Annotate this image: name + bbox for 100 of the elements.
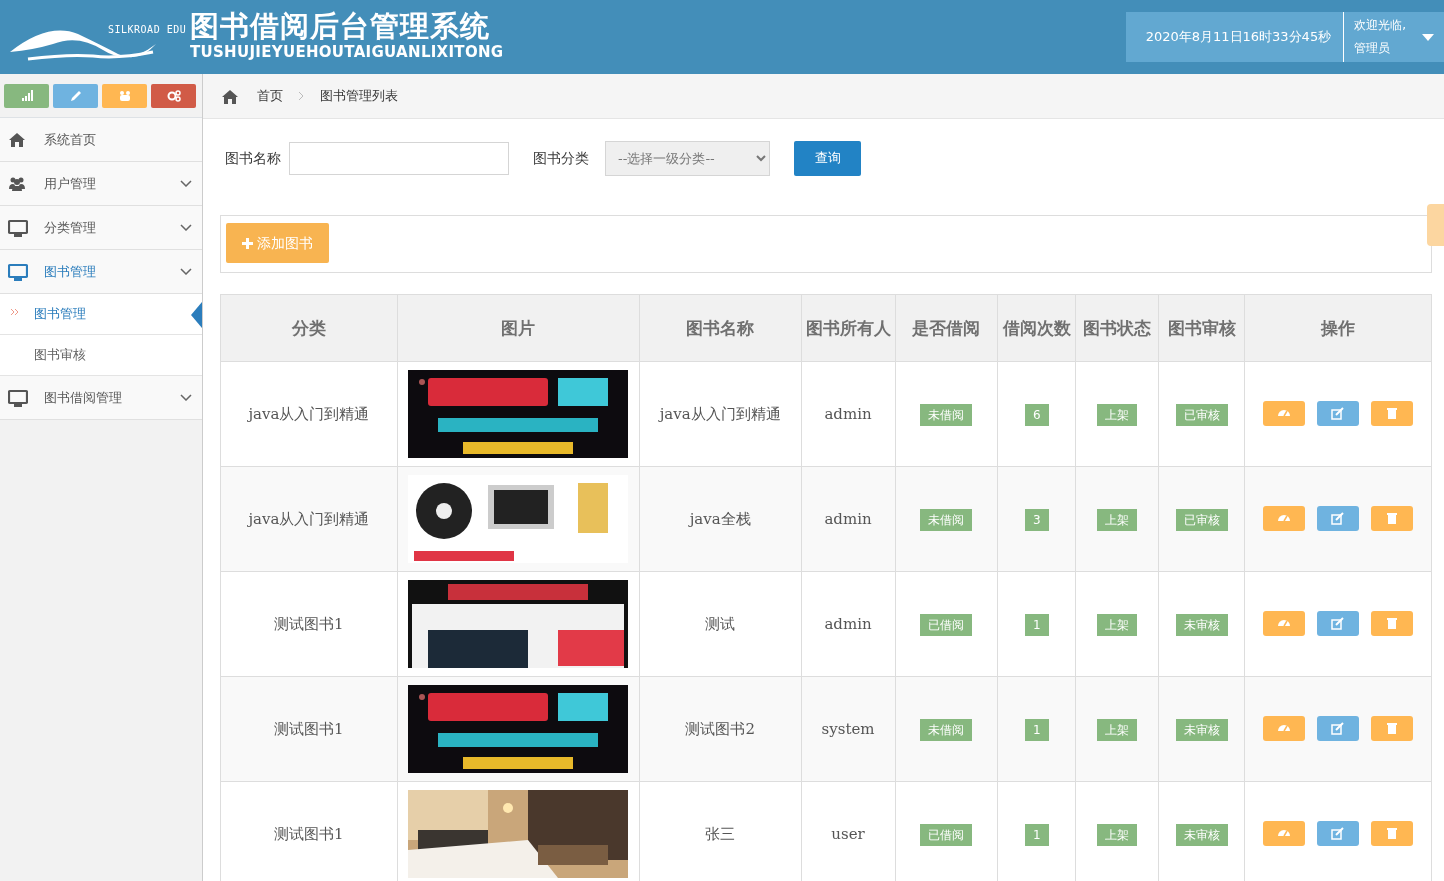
delete-button[interactable]	[1371, 506, 1414, 532]
table-cell: java从入门到精通	[220, 361, 398, 467]
edit-button[interactable]	[1317, 716, 1360, 742]
sidebar-item[interactable]: 用户管理	[0, 162, 202, 206]
monitor-icon	[8, 388, 28, 407]
app-title: 图书借阅后台管理系统	[190, 10, 491, 41]
status-label: 3	[1025, 508, 1049, 531]
edit-button[interactable]	[1317, 506, 1360, 532]
breadcrumb-current: 图书管理列表	[320, 87, 398, 106]
status-label: 未审核	[1175, 823, 1228, 846]
plus-icon	[242, 237, 253, 249]
breadcrumb-link[interactable]: 首页	[257, 86, 283, 106]
edit-icon	[1331, 407, 1346, 421]
delete-button[interactable]	[1371, 716, 1414, 742]
app-subtitle: TUSHUJIEYUEHOUTAIGUANLIXITONG	[190, 41, 504, 63]
chevron-right-icon	[299, 92, 304, 100]
status-label: 上架	[1097, 403, 1138, 426]
column-header: 图书审核	[1158, 294, 1245, 362]
shortcut-button[interactable]	[102, 83, 147, 108]
sidebar-item[interactable]: 系统首页	[0, 118, 202, 162]
edit-icon	[1331, 512, 1346, 526]
edit-button[interactable]	[1317, 401, 1360, 427]
table-cell: 测试图书1	[220, 781, 398, 881]
status-label: 上架	[1097, 508, 1138, 531]
welcome-text: 欢迎光临,	[1354, 17, 1406, 34]
sidebar-item[interactable]: 分类管理	[0, 206, 202, 250]
name-input[interactable]	[289, 141, 509, 175]
table-cell: 测试图书1	[220, 676, 398, 782]
field-label: 图书名称	[225, 148, 281, 168]
submenu-item[interactable]: 图书审核	[0, 335, 202, 376]
monitor-icon	[8, 262, 28, 281]
chart-icon	[19, 89, 34, 102]
column-header: 图书状态	[1075, 294, 1159, 362]
trash-icon	[1385, 617, 1400, 631]
table-cell: admin	[801, 361, 895, 467]
table-cell: java从入门到精通	[220, 466, 398, 572]
query-button[interactable]: 查询	[794, 140, 861, 176]
delete-button[interactable]	[1371, 821, 1414, 847]
stats-button[interactable]	[1263, 611, 1306, 637]
edit-icon	[1331, 722, 1346, 736]
status-label: 1	[1025, 718, 1049, 741]
submenu-item[interactable]: 图书管理	[0, 294, 202, 335]
stats-button[interactable]	[1263, 506, 1306, 532]
column-header: 是否借阅	[895, 294, 998, 362]
status-label: 已审核	[1175, 508, 1228, 531]
edit-icon	[1331, 617, 1346, 631]
trash-icon	[1385, 722, 1400, 736]
table-cell: system	[801, 676, 895, 782]
column-header: 借阅次数	[997, 294, 1076, 362]
status-label: 已审核	[1175, 403, 1228, 426]
trash-icon	[1385, 512, 1400, 526]
status-label: 已借阅	[920, 613, 973, 636]
trash-icon	[1385, 407, 1400, 421]
sidebar-item[interactable]: 图书借阅管理	[0, 376, 202, 420]
user-name: 管理员	[1354, 40, 1392, 57]
column-header: 图书名称	[639, 294, 802, 362]
stats-button[interactable]	[1263, 821, 1306, 847]
status-label: 未借阅	[920, 718, 973, 741]
status-label: 未审核	[1175, 718, 1228, 741]
book-name-link[interactable]: 测试	[639, 571, 802, 677]
status-label: 上架	[1097, 718, 1138, 741]
logo-text: SILKROAD EDU	[108, 23, 187, 37]
column-header: 操作	[1244, 294, 1432, 362]
status-label: 未借阅	[920, 403, 973, 426]
delete-button[interactable]	[1371, 611, 1414, 637]
shortcut-button[interactable]	[53, 83, 98, 108]
stats-button[interactable]	[1263, 401, 1306, 427]
column-header: 图书所有人	[801, 294, 895, 362]
book-name-link[interactable]: java从入门到精通	[639, 361, 802, 467]
settings-tab[interactable]	[1427, 204, 1444, 246]
shortcut-button[interactable]	[4, 83, 49, 108]
column-header: 图片	[397, 294, 640, 362]
caret-icon	[1422, 33, 1434, 41]
edit-button[interactable]	[1317, 611, 1360, 637]
status-label: 上架	[1097, 823, 1138, 846]
status-label: 1	[1025, 613, 1049, 636]
book-name-link[interactable]: java全栈	[639, 466, 802, 572]
category-select[interactable]: --选择一级分类--	[605, 140, 770, 176]
table-cell: admin	[801, 466, 895, 572]
delete-button[interactable]	[1371, 401, 1414, 427]
stats-button[interactable]	[1263, 716, 1306, 742]
shortcut-button[interactable]	[151, 83, 196, 108]
field-label: 图书分类	[533, 148, 589, 168]
monitor-icon	[8, 218, 28, 237]
status-label: 未借阅	[920, 508, 973, 531]
column-header: 分类	[220, 294, 398, 362]
status-label: 上架	[1097, 613, 1138, 636]
trash-icon	[1385, 827, 1400, 841]
gears-icon	[166, 89, 181, 102]
status-label: 6	[1025, 403, 1049, 426]
date-time: 2020年8月11日16时33分45秒	[1125, 12, 1344, 62]
users-icon	[117, 89, 132, 102]
status-label: 1	[1025, 823, 1049, 846]
pencil-icon	[68, 89, 83, 102]
table-cell: 测试图书1	[220, 571, 398, 677]
edit-button[interactable]	[1317, 821, 1360, 847]
table-cell: admin	[801, 571, 895, 677]
sidebar-item[interactable]: 图书管理	[0, 250, 202, 294]
edit-icon	[1331, 827, 1346, 841]
book-name-link[interactable]: 测试图书2	[639, 676, 802, 782]
